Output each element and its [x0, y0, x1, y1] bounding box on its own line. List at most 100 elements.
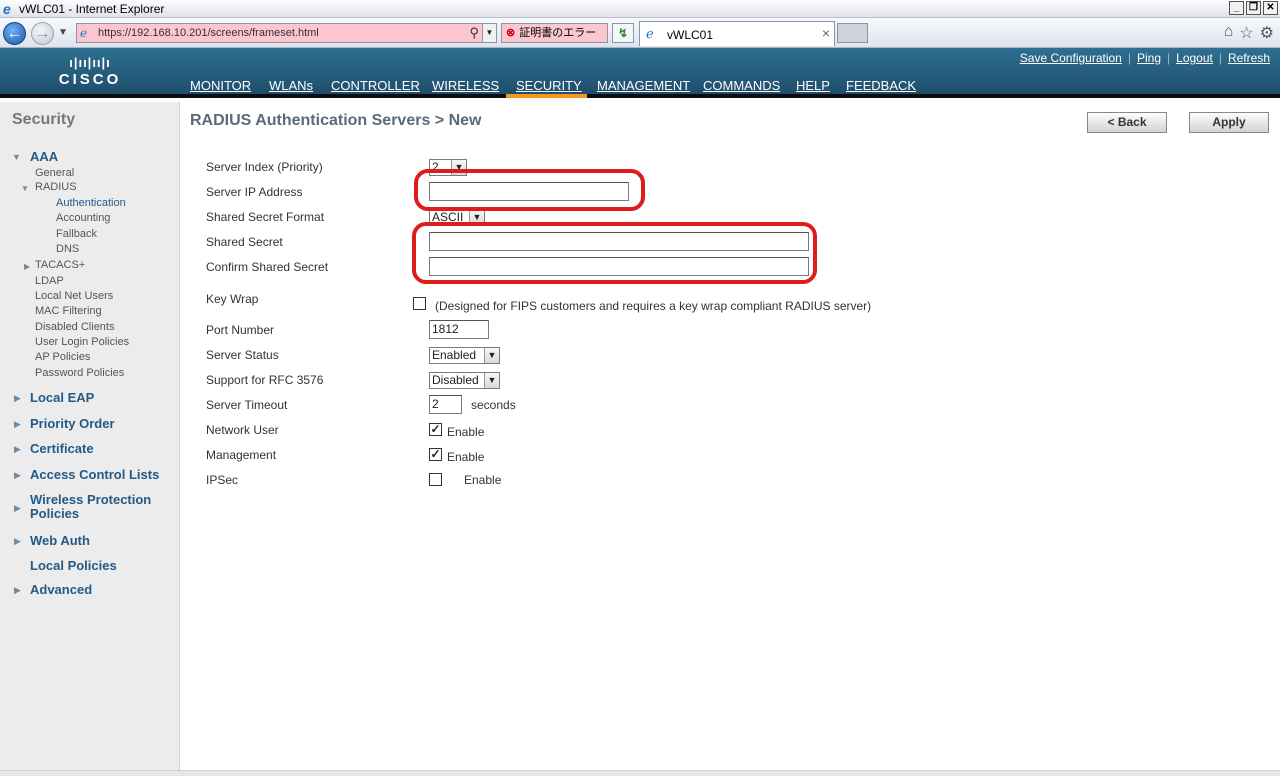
address-url[interactable]: https://192.168.10.201/screens/frameset.… [98, 27, 319, 39]
collapsed-arrow-icon[interactable]: ▶ [14, 419, 21, 430]
menu-management[interactable]: MANAGEMENT [597, 77, 690, 95]
minimize-icon[interactable]: _ [1229, 1, 1244, 15]
menu-help[interactable]: HELP [796, 77, 830, 95]
sidebar-item-radius[interactable]: RADIUS [35, 181, 77, 193]
server-status-select[interactable]: Enabled ▼ [429, 347, 500, 364]
chevron-down-icon: ▼ [484, 373, 499, 388]
collapsed-arrow-icon[interactable]: ▶ [14, 503, 21, 514]
sidebar-item-password-policies[interactable]: Password Policies [35, 367, 124, 379]
sidebar-item-web-auth[interactable]: Web Auth [30, 533, 90, 548]
security-sidebar: Security ▼ AAA General ▼ RADIUS Authenti… [0, 102, 180, 776]
sidebar-item-tacacs[interactable]: TACACS+ [35, 259, 85, 271]
sidebar-item-fallback[interactable]: Fallback [56, 228, 97, 240]
menu-wireless[interactable]: WIRELESS [432, 77, 499, 95]
key-wrap-label: Key Wrap [206, 292, 259, 306]
cisco-logo-bars-icon: ı|ıı|ıı|ı [69, 55, 111, 70]
sidebar-item-user-login-policies[interactable]: User Login Policies [35, 336, 129, 348]
rfc3576-label: Support for RFC 3576 [206, 373, 324, 387]
collapsed-arrow-icon[interactable]: ▶ [14, 470, 21, 481]
management-checkbox[interactable]: ✓ [429, 448, 442, 461]
sidebar-item-certificate[interactable]: Certificate [30, 441, 94, 456]
timeout-unit: seconds [471, 398, 516, 412]
browser-back-button[interactable]: ← [3, 22, 26, 45]
sidebar-item-mac-filtering[interactable]: MAC Filtering [35, 305, 102, 317]
menu-feedback[interactable]: FEEDBACK [846, 77, 916, 95]
logout-link[interactable]: Logout [1176, 51, 1213, 65]
menu-security[interactable]: SECURITY [506, 77, 587, 98]
home-icon[interactable]: ⌂ [1224, 23, 1234, 43]
collapsed-arrow-icon[interactable]: ▶ [14, 536, 21, 547]
sidebar-item-local-net-users[interactable]: Local Net Users [35, 290, 113, 302]
cisco-logo-text: CISCO [58, 71, 122, 88]
apply-button[interactable]: Apply [1189, 112, 1269, 133]
confirm-shared-secret-label: Confirm Shared Secret [206, 260, 329, 274]
page-icon: ℯ [80, 26, 88, 40]
menu-monitor[interactable]: MONITOR [190, 77, 251, 95]
main-content: RADIUS Authentication Servers > New < Ba… [180, 102, 1280, 776]
status-bar [0, 770, 1280, 776]
network-user-enable: Enable [447, 425, 485, 439]
menu-wlans[interactable]: WLANs [269, 77, 313, 95]
sidebar-item-general[interactable]: General [35, 167, 74, 179]
key-wrap-checkbox[interactable] [413, 297, 426, 310]
sidebar-item-local-policies[interactable]: Local Policies [30, 558, 117, 573]
network-user-checkbox[interactable]: ✓ [429, 423, 442, 436]
sidebar-title: Security [12, 111, 76, 128]
expanded-arrow-icon[interactable]: ▼ [12, 152, 21, 162]
sidebar-item-disabled-clients[interactable]: Disabled Clients [35, 321, 114, 333]
gear-icon[interactable]: ⚙ [1260, 23, 1274, 43]
tab-page-icon: ℯ [646, 26, 654, 41]
sidebar-item-local-eap[interactable]: Local EAP [30, 390, 94, 405]
certificate-error-button[interactable]: ⊗ 証明書のエラー [501, 23, 608, 43]
sidebar-item-ap-policies[interactable]: AP Policies [35, 351, 90, 363]
ipsec-label: IPSec [206, 473, 239, 487]
save-configuration-link[interactable]: Save Configuration [1020, 51, 1122, 65]
back-button[interactable]: < Back [1087, 112, 1167, 133]
port-number-input[interactable]: 1812 [429, 320, 489, 339]
server-timeout-input[interactable]: 2 [429, 395, 462, 414]
collapsed-arrow-icon[interactable]: ▶ [24, 262, 30, 271]
sidebar-item-wireless-protection-policies[interactable]: Wireless Protection Policies [30, 493, 175, 521]
close-window-icon[interactable]: ✕ [1263, 1, 1278, 15]
menu-commands[interactable]: COMMANDS [703, 77, 780, 95]
expanded-arrow-icon[interactable]: ▼ [21, 184, 29, 193]
ping-link[interactable]: Ping [1137, 51, 1161, 65]
rfc3576-select[interactable]: Disabled ▼ [429, 372, 500, 389]
browser-tab[interactable]: ℯ vWLC01 × [639, 21, 835, 46]
restore-icon[interactable]: ❐ [1246, 1, 1261, 15]
sidebar-item-accounting[interactable]: Accounting [56, 212, 110, 224]
cisco-header: ı|ıı|ıı|ı CISCO Save Configuration | Pin… [0, 48, 1280, 98]
checkmark-icon: ✓ [430, 422, 441, 436]
sidebar-item-access-control-lists[interactable]: Access Control Lists [30, 467, 159, 482]
window-title-bar: e vWLC01 - Internet Explorer _ ❐ ✕ [0, 0, 1280, 18]
new-tab-button[interactable] [837, 23, 868, 43]
checkmark-icon: ✓ [430, 447, 441, 461]
header-links: Save Configuration | Ping | Logout | Ref… [1019, 51, 1270, 65]
address-bar[interactable]: ℯ https://192.168.10.201/screens/framese… [76, 23, 497, 43]
url-host: https://192.168.10.201 [98, 27, 208, 39]
refresh-icon[interactable]: ↯ [612, 23, 634, 43]
address-dropdown-icon[interactable]: ▼ [482, 24, 496, 42]
search-icon[interactable]: ⚲ [469, 25, 479, 41]
collapsed-arrow-icon[interactable]: ▶ [14, 393, 21, 404]
refresh-link[interactable]: Refresh [1228, 51, 1270, 65]
page-title: RADIUS Authentication Servers > New [190, 112, 482, 129]
collapsed-arrow-icon[interactable]: ▶ [14, 444, 21, 455]
sidebar-item-priority-order[interactable]: Priority Order [30, 416, 115, 431]
history-dropdown-icon[interactable]: ▼ [58, 27, 68, 38]
sidebar-item-ldap[interactable]: LDAP [35, 275, 64, 287]
favorites-star-icon[interactable]: ☆ [1239, 23, 1253, 43]
sidebar-item-authentication[interactable]: Authentication [56, 197, 126, 209]
ipsec-enable: Enable [464, 473, 502, 487]
sidebar-item-dns[interactable]: DNS [56, 243, 79, 255]
annotation-oval-server-ip [414, 169, 645, 211]
collapsed-arrow-icon[interactable]: ▶ [14, 585, 21, 596]
url-path: /screens/frameset.html [207, 27, 319, 39]
sidebar-item-aaa[interactable]: AAA [30, 149, 58, 164]
menu-controller[interactable]: CONTROLLER [331, 77, 420, 95]
ipsec-checkbox[interactable] [429, 473, 442, 486]
tab-close-icon[interactable]: × [822, 25, 830, 41]
window-title: vWLC01 - Internet Explorer [19, 2, 165, 16]
browser-forward-button[interactable]: → [31, 22, 54, 45]
sidebar-item-advanced[interactable]: Advanced [30, 582, 92, 597]
